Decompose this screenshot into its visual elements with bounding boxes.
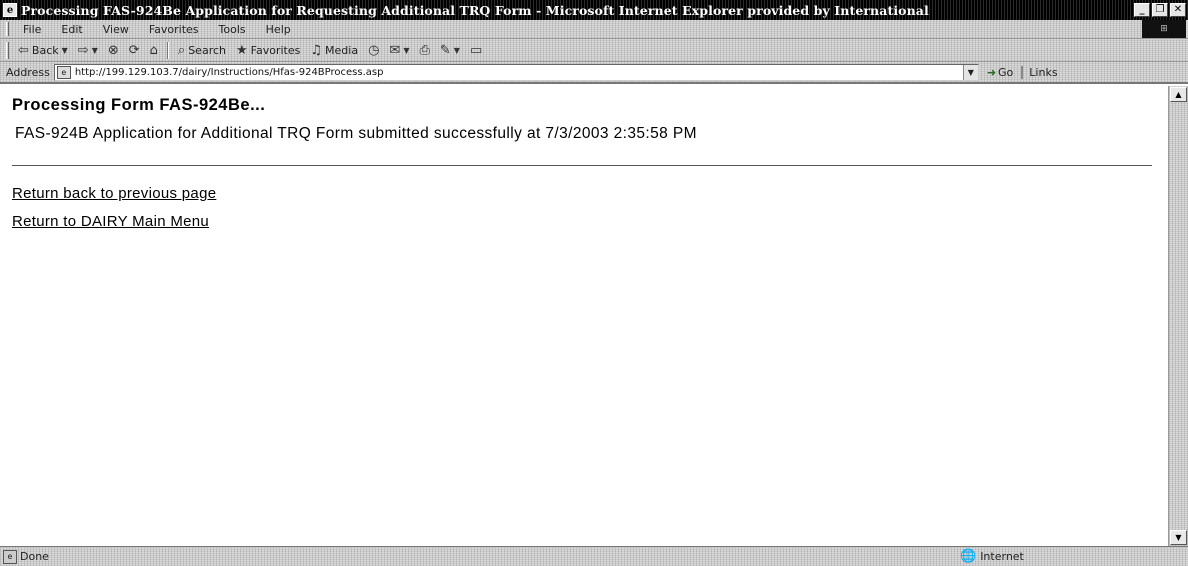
back-button[interactable]: ⇦ Back ▼	[13, 40, 73, 61]
close-button[interactable]: ✕	[1170, 3, 1186, 17]
toolbar-separator	[166, 41, 169, 59]
forward-button[interactable]: ⇨ ▼	[73, 40, 103, 61]
discuss-icon: ▭	[469, 42, 483, 58]
status-text: Done	[20, 550, 49, 563]
stop-button[interactable]: ⊗	[103, 40, 124, 61]
menu-help[interactable]: Help	[256, 23, 301, 36]
mail-icon: ✉	[389, 42, 401, 58]
media-icon: ♫	[310, 42, 323, 58]
back-arrow-icon: ⇦	[18, 42, 29, 58]
page-icon: e	[56, 65, 71, 79]
mail-button[interactable]: ✉ ▼	[384, 40, 414, 61]
address-dropdown-icon[interactable]: ▼	[962, 64, 978, 80]
page-content: Processing Form FAS-924Be... FAS-924B Ap…	[0, 86, 1168, 546]
menu-edit[interactable]: Edit	[51, 23, 92, 36]
window-title: Processing FAS-924Be Application for Req…	[21, 2, 929, 18]
search-icon: ⌕	[177, 42, 186, 58]
edit-button[interactable]: ✎ ▼	[435, 40, 465, 61]
divider	[12, 165, 1152, 166]
media-button[interactable]: ♫ Media	[305, 40, 363, 61]
globe-icon: 🌐	[960, 549, 977, 564]
go-button[interactable]: ➜ Go	[987, 66, 1013, 79]
menu-bar: File Edit View Favorites Tools Help ⊞	[0, 20, 1188, 39]
return-main-menu-link[interactable]: Return to DAIRY Main Menu	[12, 213, 1154, 230]
print-button[interactable]: ⎙	[414, 40, 434, 61]
favorites-icon: ★	[236, 42, 248, 58]
title-bar: e Processing FAS-924Be Application for R…	[0, 0, 1188, 20]
page-status-icon: e	[3, 549, 17, 564]
search-label: Search	[188, 43, 226, 57]
success-message: FAS-924B Application for Additional TRQ …	[15, 125, 697, 142]
favorites-button[interactable]: ★ Favorites	[231, 40, 305, 61]
refresh-button[interactable]: ⟳	[124, 40, 145, 61]
standard-toolbar: ⇦ Back ▼ ⇨ ▼ ⊗ ⟳ ⌂ ⌕ Search ★ Favorites …	[0, 39, 1188, 62]
window-controls: _ ❐ ✕	[1134, 3, 1186, 17]
address-url[interactable]: http://199.129.103.7/dairy/Instructions/…	[75, 67, 963, 78]
address-label: Address	[6, 65, 50, 79]
windows-logo-icon: ⊞	[1142, 20, 1186, 38]
page-heading: Processing Form FAS-924Be...	[12, 96, 266, 114]
status-bar: e Done 🌐 Internet	[0, 546, 1188, 566]
back-label: Back	[31, 43, 59, 57]
zone-label: Internet	[980, 550, 1024, 563]
discuss-button[interactable]: ▭	[465, 40, 487, 61]
home-icon: ⌂	[149, 42, 158, 58]
menu-file[interactable]: File	[13, 23, 51, 36]
chevron-down-icon[interactable]: ▼	[403, 46, 409, 55]
menu-view[interactable]: View	[93, 23, 139, 36]
menu-favorites[interactable]: Favorites	[139, 23, 209, 36]
ie-icon: e	[3, 3, 17, 17]
menu-grip[interactable]	[6, 22, 9, 36]
security-zone: 🌐 Internet	[960, 549, 1024, 564]
favorites-label: Favorites	[250, 43, 301, 57]
return-previous-link[interactable]: Return back to previous page	[12, 185, 1154, 202]
history-icon: ◷	[368, 42, 380, 58]
go-arrow-icon: ➜	[986, 65, 997, 79]
edit-icon: ✎	[439, 42, 451, 58]
home-button[interactable]: ⌂	[145, 40, 163, 61]
history-button[interactable]: ◷	[363, 40, 384, 61]
address-field[interactable]: e http://199.129.103.7/dairy/Instruction…	[53, 63, 979, 81]
media-label: Media	[325, 43, 359, 57]
stop-icon: ⊗	[107, 42, 119, 58]
menu-tools[interactable]: Tools	[209, 23, 256, 36]
scroll-down-icon[interactable]: ▼	[1170, 530, 1187, 545]
search-button[interactable]: ⌕ Search	[173, 40, 231, 61]
address-bar: Address e http://199.129.103.7/dairy/Ins…	[0, 62, 1188, 84]
restore-button[interactable]: ❐	[1152, 3, 1168, 17]
vertical-scrollbar[interactable]: ▲ ▼	[1168, 86, 1188, 546]
minimize-button[interactable]: _	[1134, 3, 1150, 17]
print-icon: ⎙	[419, 42, 430, 58]
links-button[interactable]: Links	[1021, 65, 1058, 79]
chevron-down-icon[interactable]: ▼	[92, 46, 98, 55]
go-label: Go	[998, 65, 1014, 79]
scroll-up-icon[interactable]: ▲	[1170, 87, 1187, 102]
refresh-icon: ⟳	[128, 42, 140, 58]
toolbar-grip[interactable]	[6, 41, 9, 59]
chevron-down-icon[interactable]: ▼	[62, 46, 68, 55]
forward-arrow-icon: ⇨	[77, 42, 89, 58]
chevron-down-icon[interactable]: ▼	[454, 46, 460, 55]
